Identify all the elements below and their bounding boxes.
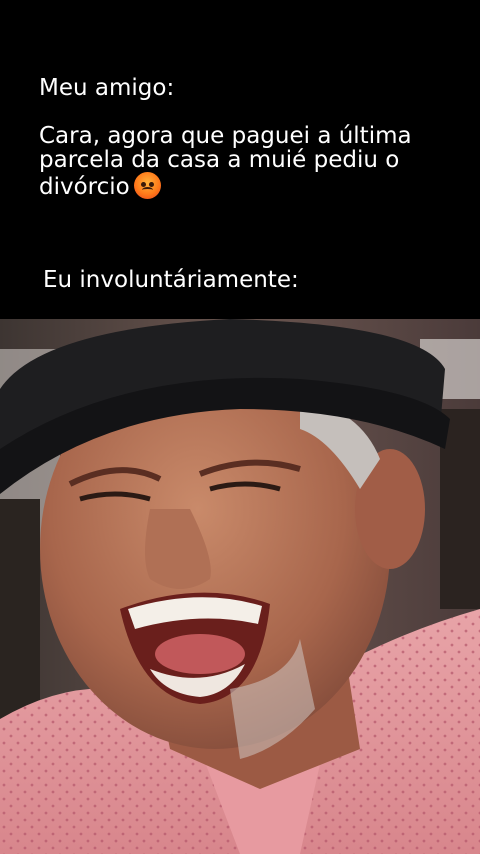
angry-face-icon xyxy=(133,172,161,199)
caption-block: Meu amigo: Cara, agora que paguei a últi… xyxy=(39,76,469,199)
caption-line-3: divórcio xyxy=(39,172,469,199)
caption-line-3-text: divórcio xyxy=(39,174,130,200)
speaker-label: Meu amigo: xyxy=(39,75,175,101)
laughing-man-photo xyxy=(0,319,480,854)
caption-line-2: parcela da casa a muié pediu o xyxy=(39,147,400,173)
caption-line-1: Cara, agora que paguei a última xyxy=(39,123,412,149)
reaction-label: Eu involuntáriamente: xyxy=(43,267,299,293)
